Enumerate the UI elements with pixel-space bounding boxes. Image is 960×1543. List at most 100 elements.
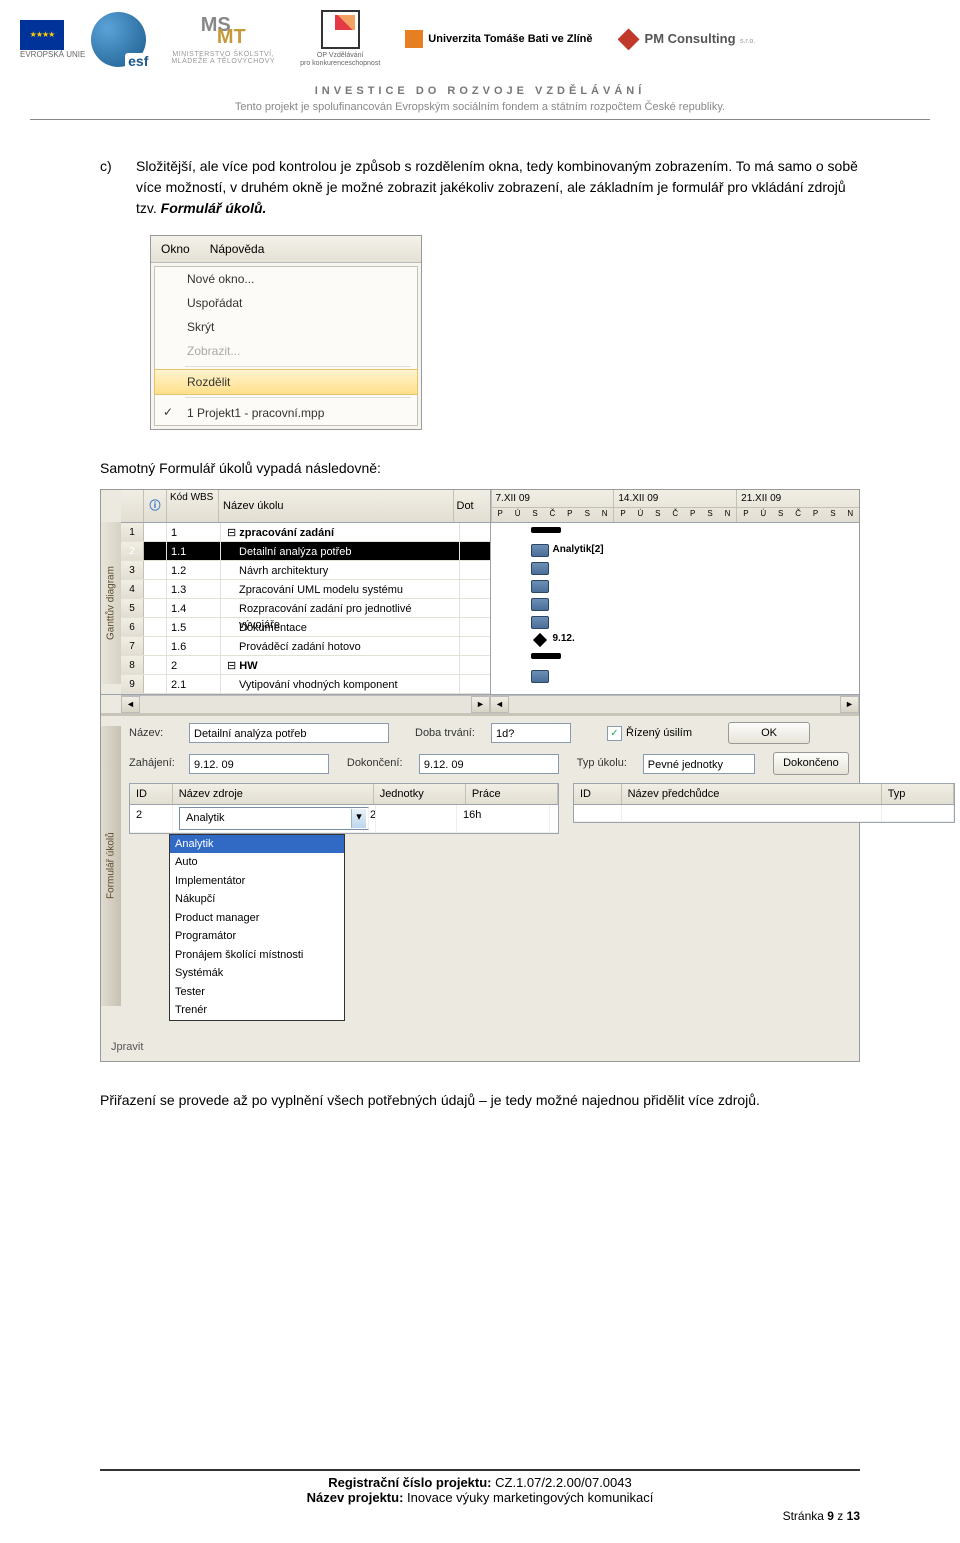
table-row[interactable] — [574, 805, 954, 822]
cell-units[interactable]: 2 — [364, 805, 457, 832]
paragraph-1: Složitější, ale více pod kontrolou je zp… — [136, 156, 860, 219]
milestone-icon[interactable] — [532, 633, 546, 647]
op-line2: pro konkurenceschopnost — [300, 60, 380, 68]
scroll-left-icon[interactable]: ◄ — [121, 696, 140, 713]
scroll-right-icon[interactable]: ► — [471, 696, 490, 713]
footer-proj-value: Inovace výuky marketingových komunikací — [407, 1490, 653, 1505]
task-bar[interactable] — [531, 562, 549, 575]
week-1: 7.XII 09 — [492, 490, 614, 508]
cell-id: 2 — [130, 805, 173, 832]
table-row[interactable]: 11zpracování zadání — [121, 523, 490, 542]
h-scrollbar[interactable]: ◄► ◄► — [121, 695, 859, 713]
menu-item-split[interactable]: Rozdělit — [154, 369, 418, 395]
cell-work[interactable]: 16h — [457, 805, 550, 832]
milestone-label: 9.12. — [553, 631, 575, 646]
th-type: Typ — [882, 784, 954, 805]
form-row-1: Název: Detailní analýza potřeb Doba trvá… — [101, 716, 859, 747]
chevron-down-icon[interactable]: ▾ — [351, 809, 366, 828]
header-dur: Dot — [454, 490, 490, 522]
list-item-c: c) Složitější, ale více pod kontrolou je… — [100, 156, 860, 219]
footer-line-2: Název projektu: Inovace výuky marketingo… — [100, 1490, 860, 1505]
input-name[interactable]: Detailní analýza potřeb — [189, 723, 389, 743]
predecessor-table: ID Název předchůdce Typ — [573, 783, 955, 823]
table-row[interactable]: 51.4Rozpracování zadání pro jednotlivé v… — [121, 599, 490, 618]
table-row[interactable]: 21.1Detailní analýza potřeb — [121, 542, 490, 561]
checkbox-effort[interactable]: ✓ — [607, 726, 622, 741]
info-icon: ⓘ — [150, 498, 161, 515]
summary-bar — [531, 653, 561, 659]
task-form: Formulář úkolů Název: Detailní analýza p… — [101, 713, 859, 1033]
combo-option[interactable]: Systémák — [170, 964, 344, 983]
task-bar[interactable] — [531, 598, 549, 611]
check-icon: ✓ — [163, 403, 173, 421]
done-button[interactable]: Dokončeno — [773, 752, 849, 775]
menu-item-new-window[interactable]: Nové okno... — [155, 267, 417, 291]
ok-button[interactable]: OK — [728, 722, 810, 745]
gantt-side-label: Ganttův diagram — [101, 522, 121, 684]
combo-option[interactable]: Nákupčí — [170, 890, 344, 909]
combo-option[interactable]: Analytik — [170, 835, 344, 854]
dropdown: Nové okno... Uspořádat Skrýt Zobrazit...… — [151, 263, 421, 429]
status-edit: Jpravit — [101, 1033, 859, 1062]
task-bar[interactable] — [531, 544, 549, 557]
logo-utb: Univerzita Tomáše Bati ve Zlíně — [405, 30, 592, 48]
combo-option[interactable]: Product manager — [170, 909, 344, 928]
msmt-icon — [201, 14, 246, 49]
label-finish: Dokončení: — [347, 755, 413, 772]
combo-option[interactable]: Tester — [170, 983, 344, 1002]
menu-screenshot: Okno Nápověda Nové okno... Uspořádat Skr… — [150, 235, 422, 430]
pm-sub: s.r.o. — [740, 38, 755, 45]
table-row[interactable]: 61.5Dokumentace — [121, 618, 490, 637]
table-row[interactable]: 71.6Prováděcí zadání hotovo — [121, 637, 490, 656]
bullet-c: c) — [100, 156, 118, 219]
scroll-left-icon[interactable]: ◄ — [490, 696, 509, 713]
form-tables: ID Název zdroje Jednotky Práce 2 — [101, 777, 859, 1021]
th-id: ID — [130, 784, 173, 805]
table-row[interactable]: 82HW — [121, 656, 490, 675]
document-header: EVROPSKÁ UNIE MINISTERSTVO ŠKOLSTVÍ, MLÁ… — [0, 0, 960, 120]
table-row[interactable]: 2 Analytik ▾ 2 — [130, 805, 558, 833]
cell-resname[interactable]: Analytik ▾ — [173, 805, 364, 832]
table-row[interactable]: 41.3Zpracování UML modelu systému — [121, 580, 490, 599]
label-duration: Doba trvání: — [415, 725, 485, 742]
table-row[interactable]: 31.2Návrh architektury — [121, 561, 490, 580]
scroll-right-icon[interactable]: ► — [840, 696, 859, 713]
paragraph-2: Samotný Formulář úkolů vypadá následovně… — [100, 458, 860, 479]
gantt-table: ⓘ Kód WBS Název úkolu Dot 11zpracování z… — [121, 490, 490, 694]
summary-bar — [531, 527, 561, 533]
logo-row: EVROPSKÁ UNIE MINISTERSTVO ŠKOLSTVÍ, MLÁ… — [20, 10, 940, 69]
combo-option[interactable]: Implementátor — [170, 872, 344, 891]
menu-item-project1[interactable]: ✓ 1 Projekt1 - pracovní.mpp — [155, 401, 417, 425]
figure-menu: Okno Nápověda Nové okno... Uspořádat Skr… — [150, 235, 860, 430]
th-id2: ID — [574, 784, 622, 805]
footer-proj-label: Název projektu: — [307, 1490, 407, 1505]
menu-item-show: Zobrazit... — [155, 339, 417, 363]
logo-pm: PM Consulting s.r.o. — [618, 28, 756, 50]
menu-item-hide[interactable]: Skrýt — [155, 315, 417, 339]
label-name: Název: — [129, 725, 183, 742]
menu-item-arrange[interactable]: Uspořádat — [155, 291, 417, 315]
utb-text: Univerzita Tomáše Bati ve Zlíně — [428, 33, 592, 45]
input-finish[interactable]: 9.12. 09 — [419, 754, 559, 774]
menu-okno[interactable]: Okno — [151, 236, 200, 262]
task-bar[interactable] — [531, 670, 549, 683]
task-bar[interactable] — [531, 616, 549, 629]
combo-option[interactable]: Auto — [170, 853, 344, 872]
th-units: Jednotky — [374, 784, 466, 805]
label-effort: Řízený úsilím — [626, 725, 692, 742]
input-duration[interactable]: 1d? — [491, 723, 571, 743]
resource-combo[interactable]: Analytik ▾ — [179, 807, 369, 830]
input-start[interactable]: 9.12. 09 — [189, 754, 329, 774]
select-type[interactable]: Pevné jednotky — [643, 754, 755, 774]
combo-option[interactable]: Programátor — [170, 927, 344, 946]
gantt-table-header: ⓘ Kód WBS Název úkolu Dot — [121, 490, 490, 523]
header-name: Název úkolu — [219, 490, 454, 522]
combo-option[interactable]: Trenér — [170, 1001, 344, 1020]
paragraph-3: Přiřazení se provede až po vyplnění všec… — [100, 1090, 860, 1111]
menu-napoveda[interactable]: Nápověda — [200, 236, 275, 262]
table-row[interactable]: 92.1Vytipování vhodných komponent — [121, 675, 490, 694]
combo-option[interactable]: Pronájem školící místnosti — [170, 946, 344, 965]
task-bar[interactable] — [531, 580, 549, 593]
page-number: Stránka 9 z 13 — [100, 1509, 860, 1523]
msmt-line1: MINISTERSTVO ŠKOLSTVÍ, — [171, 51, 275, 58]
